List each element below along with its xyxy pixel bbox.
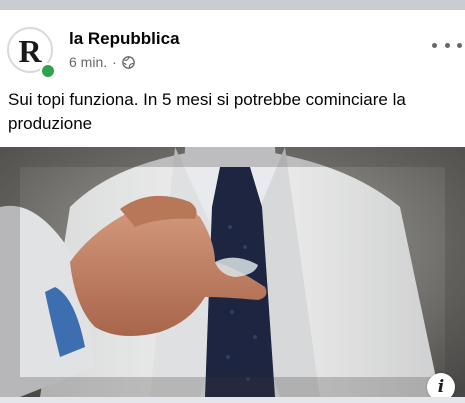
globe-icon[interactable] — [121, 55, 135, 69]
info-icon: i — [437, 377, 445, 397]
bottom-divider — [0, 397, 465, 403]
info-button[interactable]: i — [427, 373, 455, 397]
post-photo[interactable]: i — [0, 147, 465, 397]
online-status-dot — [40, 63, 56, 79]
more-dot-icon — [444, 42, 450, 48]
post-timestamp[interactable]: 6 min. — [69, 54, 107, 70]
avatar-logo-letter: R — [18, 33, 42, 69]
post-meta: 6 min. · — [69, 54, 135, 70]
meta-separator: · — [112, 54, 117, 70]
post-header: R la Repubblica 6 min. · — [0, 10, 465, 82]
more-options-button[interactable] — [432, 35, 462, 55]
photo-illustration — [0, 147, 465, 397]
page-name-link[interactable]: la Repubblica — [69, 29, 180, 49]
post-message: Sui topi funziona. In 5 mesi si potrebbe… — [8, 90, 406, 133]
feed-divider — [0, 0, 465, 10]
more-dot-icon — [457, 42, 462, 48]
more-dot-icon — [432, 42, 437, 48]
